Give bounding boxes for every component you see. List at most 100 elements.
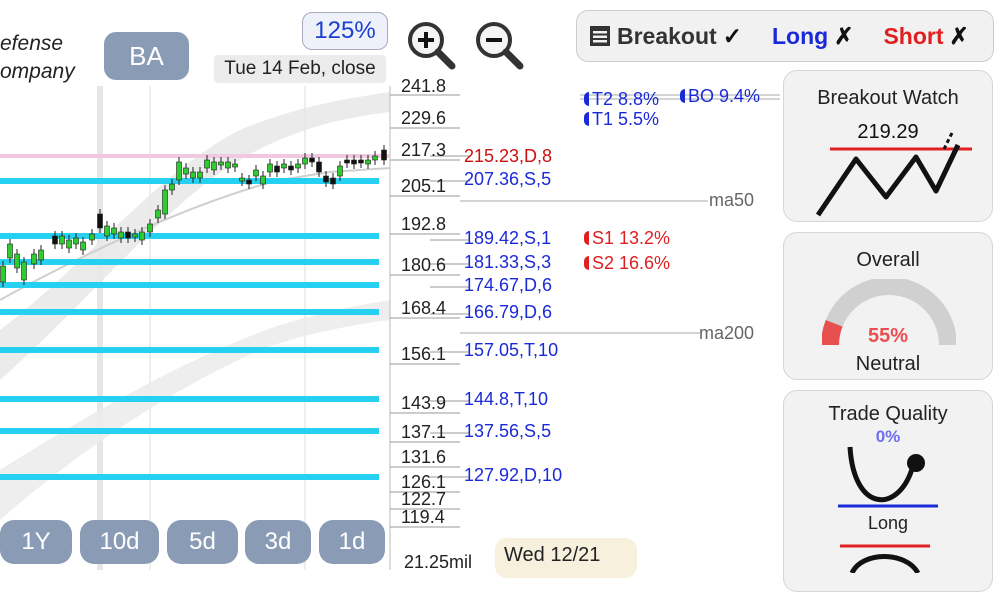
candle-body [66,239,72,249]
ticker-button[interactable]: BA [104,32,189,80]
candle-body [211,161,217,171]
price-axis-label: 205.1 [401,176,447,196]
level-line [0,309,379,315]
candle-body [267,163,273,173]
candle-body [7,243,13,259]
zoom-out-icon[interactable] [472,18,524,70]
target-text: S1 13.2% [592,228,671,248]
period-button-3d[interactable]: 3d [245,520,311,564]
overall-title: Overall [856,249,920,271]
level-label: 127.92,D,10 [464,465,563,485]
target-label: S2 16.6% [584,252,670,274]
candle-body [139,231,145,241]
candle-body [351,159,357,165]
candle-body [204,159,210,169]
company-name-line2: ompany [0,60,75,83]
zoom-in-icon[interactable] [404,18,456,70]
candle-body [80,241,86,251]
tab-short[interactable]: Short ✗ [883,23,968,50]
period-button-1y[interactable]: 1Y [0,520,72,564]
overall-value: 55% [867,325,909,347]
target-label: BO 9.4% [680,85,760,107]
level-line [0,396,379,402]
target-marker-icon [584,112,589,126]
price-axis-label: 241.8 [401,76,447,96]
zoom-level[interactable]: 125% [302,12,388,50]
candle-body [190,171,196,179]
ma50-label: ma50 [709,190,755,210]
target-text: S2 16.6% [592,253,671,273]
price-axis-label: 192.8 [401,214,447,234]
candle-body [372,155,378,161]
overall-card[interactable]: Overall 55% Neutral [783,232,993,380]
level-label: 166.79,D,6 [464,302,553,322]
trade-quality-label: Long [867,513,909,533]
candle-body [38,249,44,261]
tab-long[interactable]: Long ✗ [772,23,853,50]
ma200-label: ma200 [699,323,755,343]
period-button-1d[interactable]: 1d [319,520,385,564]
candle-body [337,165,343,177]
candle-body [323,175,329,183]
candle-body [218,161,224,166]
price-axis-label: 119.4 [401,507,445,527]
level-line [0,259,379,265]
price-axis-label: 143.9 [401,393,447,413]
candle-body [239,177,245,182]
level-label: 207.36,S,5 [464,169,552,189]
target-marker-icon [584,256,589,270]
target-marker-icon [584,92,589,106]
level-label: 137.56,S,5 [464,421,552,441]
candle-body [21,261,27,281]
candle-body [344,159,350,164]
candle-body [246,179,252,185]
tab-short-label: Short [883,22,944,49]
price-axis-label: 122.7 [401,489,447,509]
candle-body [14,253,20,269]
candle-body [97,213,103,229]
level-label: 174.67,D,6 [464,275,553,295]
price-axis-label: 168.4 [401,298,447,318]
price-axis-label: 156.1 [401,344,447,364]
period-button-5d[interactable]: 5d [167,520,238,564]
breakout-watch-card[interactable]: Breakout Watch 219.29 [783,70,993,222]
candle-body [111,227,117,235]
candle-body [225,161,231,169]
candle-body [31,253,37,265]
trade-quality-card[interactable]: Trade Quality 0% Long [783,390,993,592]
candle-body [302,157,308,165]
level-line [0,474,379,480]
candle-body [358,159,364,164]
candle-body [89,233,95,241]
candle-body [147,223,153,233]
candle-body [260,175,266,185]
level-label: 144.8,T,10 [464,389,549,409]
date-label: Tue 14 Feb, close [214,55,386,83]
target-label: T2 8.8% [584,88,659,110]
date-tooltip: Wed 12/21 [495,538,637,578]
candle-body [253,169,259,177]
candle-body [155,209,161,219]
period-button-10d[interactable]: 10d [80,520,159,564]
overall-verdict: Neutral [855,353,921,375]
check-icon: ✓ [722,22,742,49]
price-axis-label: 131.6 [401,447,447,467]
candle-body [232,163,238,168]
target-marker-icon [680,89,685,103]
level-label: 181.33,S,3 [464,252,552,272]
candle-body [288,165,294,171]
candle-body [197,171,203,179]
breakout-watch-title: Breakout Watch [817,87,959,109]
cross-icon: ✗ [834,22,854,49]
cross-icon: ✗ [949,22,969,49]
list-icon [590,26,610,46]
candle-body [330,177,336,185]
cup-pattern-icon [838,446,938,508]
company-name-line1: efense [0,32,64,55]
tab-long-label: Long [771,22,829,49]
tab-breakout[interactable]: Breakout ✓ [617,23,742,50]
breakout-pattern-icon [815,132,972,217]
candle-body [365,159,371,165]
level-line [0,178,379,184]
candle-body [176,161,182,181]
